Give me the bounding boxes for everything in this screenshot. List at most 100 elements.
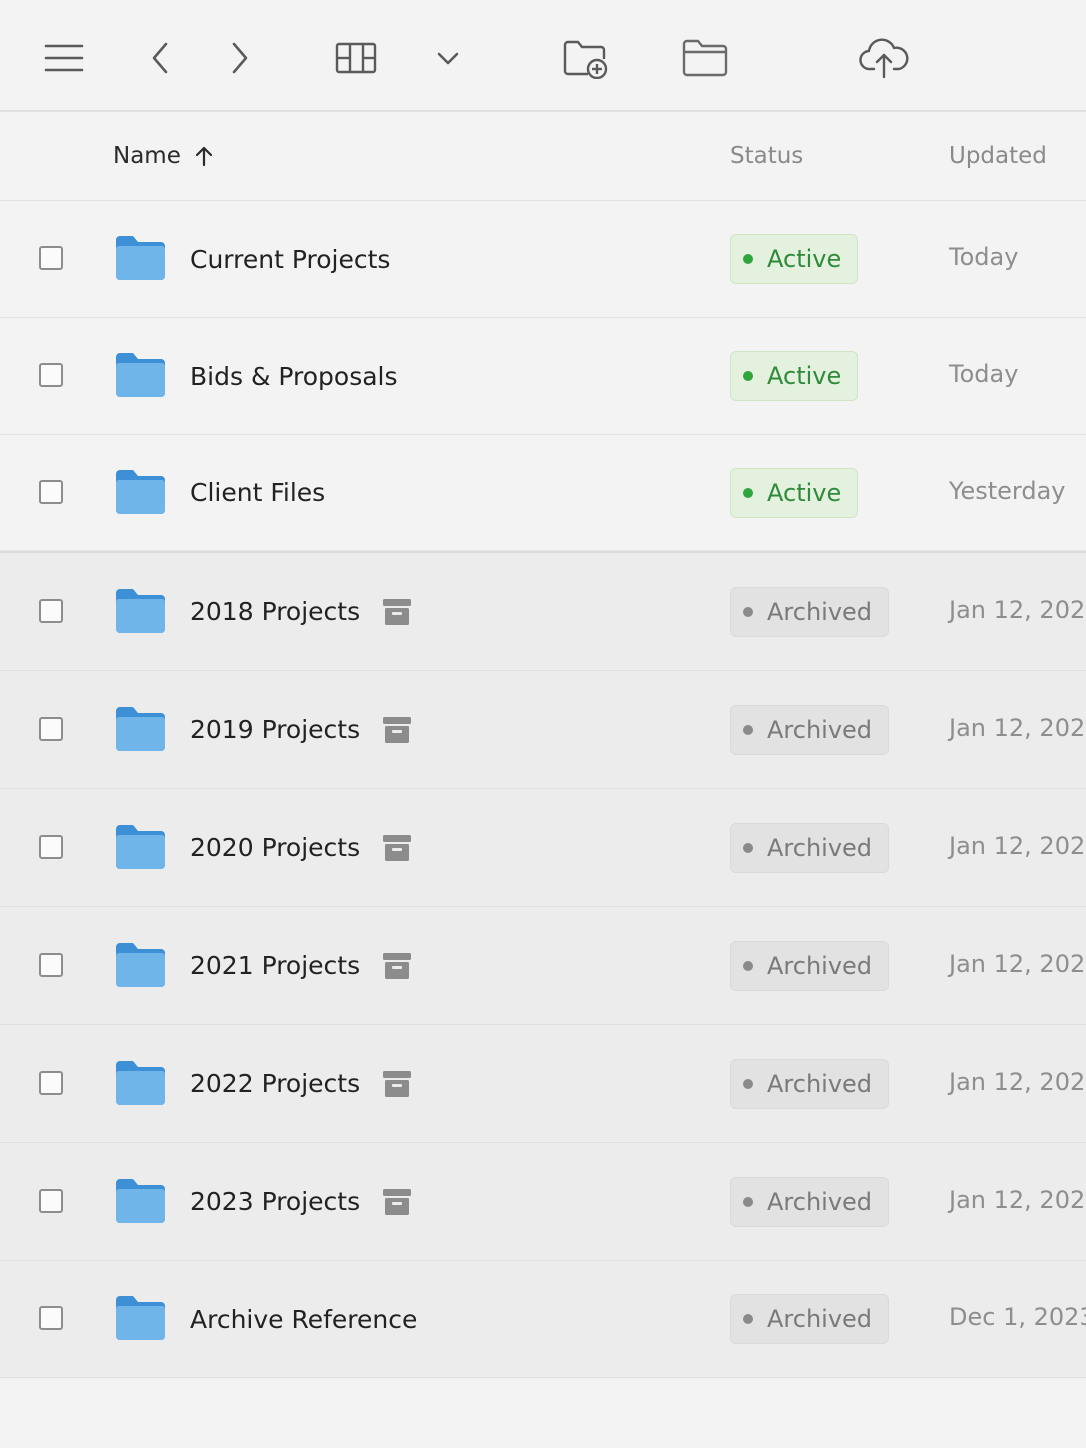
row-checkbox[interactable] (39, 834, 63, 859)
status-badge: Archived (730, 1058, 890, 1109)
status-badge: Active (730, 467, 859, 518)
status-dot-icon (743, 1314, 753, 1324)
table-row[interactable]: 2020 Projects Archived Jan 12, 2021 (0, 789, 1086, 907)
status-label: Active (767, 362, 842, 390)
column-header-status[interactable]: Status (730, 112, 803, 200)
view-dropdown-button[interactable] (420, 30, 476, 86)
row-checkbox[interactable] (39, 952, 63, 977)
folder-icon (114, 1177, 167, 1223)
folder-name-cell[interactable]: 2018 Projects (190, 595, 412, 629)
status-dot-icon (743, 1196, 753, 1207)
status-dot-icon (743, 254, 753, 264)
column-header-updated-label: Updated (949, 143, 1047, 169)
folder-name-cell[interactable]: 2021 Projects (190, 949, 412, 983)
table-row[interactable]: 2021 Projects Archived Jan 12, 2022 (0, 907, 1086, 1025)
upload-button[interactable] (856, 30, 912, 86)
status-badge: Archived (730, 586, 890, 637)
row-checkbox[interactable] (39, 716, 63, 741)
status-label: Archived (767, 833, 873, 862)
table-row[interactable]: Client Files Active Yesterday (0, 435, 1086, 551)
row-checkbox[interactable] (39, 363, 63, 387)
status-badge: Archived (730, 822, 890, 873)
folder-icon (114, 587, 167, 633)
folder-icon (681, 38, 729, 78)
file-list: Current Projects Active Today Bids & Propos… (0, 201, 1086, 1378)
row-checkbox[interactable] (39, 479, 63, 504)
table-row[interactable]: Bids & Proposals Active Today (0, 318, 1086, 435)
table-header: Name Status Updated (0, 112, 1086, 201)
status-label: Archived (767, 951, 873, 980)
status-badge: Archived (730, 940, 890, 991)
arrow-up-icon (195, 145, 213, 167)
status-label: Archived (767, 715, 873, 744)
back-button[interactable] (132, 30, 188, 86)
folder-name-cell[interactable]: Client Files (190, 476, 325, 510)
row-checkbox[interactable] (39, 1306, 63, 1330)
status-dot-icon (743, 487, 753, 498)
table-row[interactable]: 2022 Projects Archived Jan 12, 2023 (0, 1025, 1086, 1143)
folder-name-cell[interactable]: 2023 Projects (190, 1185, 412, 1219)
status-badge: Archived (730, 1294, 890, 1344)
archive-box-icon (382, 1187, 412, 1217)
updated-date: Jan 12, 2020 (949, 713, 1086, 742)
column-header-name[interactable]: Name (113, 112, 213, 200)
row-checkbox[interactable] (39, 1188, 63, 1213)
archive-box-icon (382, 1069, 412, 1099)
status-label: Archived (767, 1069, 873, 1098)
folder-name-cell[interactable]: Current Projects (190, 242, 390, 276)
folder-name-cell[interactable]: Archive Reference (190, 1302, 417, 1336)
table-row[interactable]: 2018 Projects Archived Jan 12, 2020 (0, 551, 1086, 671)
row-checkbox[interactable] (39, 598, 63, 623)
folder-name: Bids & Proposals (190, 361, 398, 391)
folder-icon (114, 234, 167, 280)
folder-name-cell[interactable]: 2022 Projects (190, 1067, 412, 1101)
column-header-status-label: Status (730, 143, 804, 169)
status-dot-icon (743, 960, 753, 971)
folder-name: Current Projects (190, 244, 391, 274)
folder-name: 2020 Projects (190, 833, 361, 862)
status-label: Archived (767, 597, 873, 626)
folder-icon (114, 468, 167, 514)
row-checkbox[interactable] (39, 1070, 63, 1095)
file-browser-window: Name Status Updated Current Projects Acti… (0, 0, 1086, 1448)
folder-name-cell[interactable]: Bids & Proposals (190, 359, 398, 393)
status-badge: Active (730, 351, 859, 401)
table-row[interactable]: Archive Reference Archived Dec 1, 2023 (0, 1261, 1086, 1378)
new-folder-button[interactable] (558, 30, 614, 86)
hamburger-menu-icon (44, 43, 84, 73)
row-checkbox[interactable] (39, 246, 63, 270)
archive-box-icon (382, 715, 412, 745)
column-header-name-label: Name (113, 143, 181, 169)
status-badge: Archived (730, 704, 890, 755)
updated-date: Dec 1, 2023 (949, 1303, 1086, 1331)
menu-button[interactable] (36, 30, 92, 86)
folder-name-cell[interactable]: 2020 Projects (190, 831, 412, 865)
forward-button[interactable] (212, 30, 268, 86)
status-badge: Archived (730, 1176, 890, 1227)
status-dot-icon (743, 606, 753, 617)
updated-date: Jan 12, 2023 (949, 1067, 1086, 1096)
status-dot-icon (743, 724, 753, 735)
folder-icon (114, 1059, 167, 1105)
folder-name: 2019 Projects (190, 715, 361, 744)
open-folder-button[interactable] (677, 30, 733, 86)
folder-name-cell[interactable]: 2019 Projects (190, 713, 412, 747)
folder-name: 2021 Projects (190, 951, 361, 980)
table-row[interactable]: 2019 Projects Archived Jan 12, 2020 (0, 671, 1086, 789)
table-row[interactable]: 2023 Projects Archived Jan 12, 2024 (0, 1143, 1086, 1261)
folder-icon (114, 351, 167, 397)
updated-date: Jan 12, 2020 (949, 595, 1086, 624)
column-header-updated[interactable]: Updated (949, 112, 1047, 200)
folder-icon (114, 1294, 167, 1340)
view-layout-button[interactable] (328, 30, 384, 86)
folder-name: Archive Reference (190, 1304, 418, 1334)
folder-icon (114, 705, 167, 751)
updated-date: Today (949, 360, 1019, 388)
layout-grid-icon (335, 42, 377, 74)
status-badge: Active (730, 234, 859, 284)
status-dot-icon (743, 842, 753, 853)
folder-name: 2023 Projects (190, 1187, 361, 1216)
updated-date: Jan 12, 2021 (949, 831, 1086, 860)
folder-plus-icon (562, 37, 610, 79)
table-row[interactable]: Current Projects Active Today (0, 201, 1086, 318)
